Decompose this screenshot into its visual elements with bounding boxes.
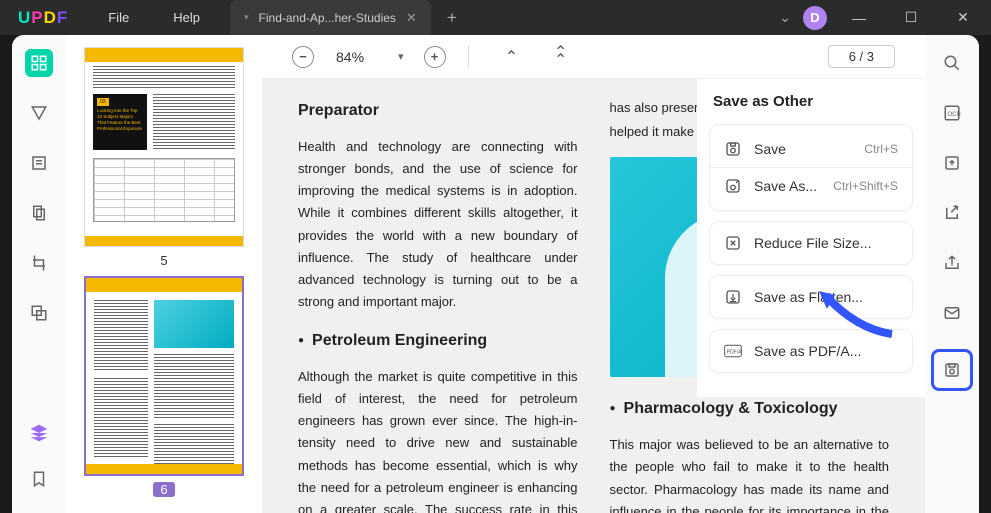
compare-tool-icon[interactable] xyxy=(25,299,53,327)
page-up-icon[interactable]: ⌃ xyxy=(491,47,532,67)
thumbnails-tool-icon[interactable] xyxy=(25,49,53,77)
chevron-down-icon[interactable]: ⌄ xyxy=(779,9,791,26)
page-indicator[interactable]: 6 / 3 xyxy=(828,45,895,68)
flatten-icon xyxy=(724,288,742,306)
document-tab[interactable]: ▾ Find-and-Ap...her-Studies ✕ xyxy=(230,0,431,35)
export-icon[interactable] xyxy=(938,199,966,227)
svg-text:OCR: OCR xyxy=(948,112,962,118)
save-as-flatten-button[interactable]: Save as Flatten... xyxy=(709,275,913,319)
save-as-pdfa-button[interactable]: PDF/A Save as PDF/A... xyxy=(709,329,913,373)
edit-tool-icon[interactable] xyxy=(25,149,53,177)
right-toolbar: OCR xyxy=(925,35,979,513)
thumbnail-panel: 03 Looking Into the Top 10 Subject Major… xyxy=(66,35,262,513)
titlebar: UPDF File Help ▾ Find-and-Ap...her-Studi… xyxy=(0,0,991,35)
zoom-dropdown-icon[interactable]: ▾ xyxy=(386,50,416,63)
save-group: Save Ctrl+S Save As... Ctrl+Shift+S xyxy=(709,124,913,211)
paragraph: Health and technology are connecting wit… xyxy=(298,136,578,313)
zoom-out-button[interactable]: − xyxy=(292,46,314,68)
new-tab-button[interactable]: + xyxy=(431,8,473,28)
save-icon xyxy=(724,140,742,158)
close-tab-icon[interactable]: ✕ xyxy=(406,10,417,26)
zoom-in-button[interactable]: + xyxy=(424,46,446,68)
zoom-value[interactable]: 84% xyxy=(322,49,378,65)
thumbnail-page-6[interactable]: 6 xyxy=(84,276,244,497)
crop-tool-icon[interactable] xyxy=(25,249,53,277)
comment-tool-icon[interactable] xyxy=(25,99,53,127)
convert-icon[interactable] xyxy=(938,149,966,177)
save-as-other-panel: Save as Other Save Ctrl+S Save As... Ctr… xyxy=(697,79,925,397)
heading-preparator: Preparator xyxy=(298,97,578,124)
thumbnail-label: 6 xyxy=(153,482,175,497)
maximize-button[interactable]: ☐ xyxy=(891,0,931,35)
ocr-icon[interactable]: OCR xyxy=(938,99,966,127)
close-window-button[interactable]: ✕ xyxy=(943,0,983,35)
organize-tool-icon[interactable] xyxy=(25,199,53,227)
user-avatar[interactable]: D xyxy=(803,6,827,30)
panel-title: Save as Other xyxy=(709,93,913,110)
menu-help[interactable]: Help xyxy=(151,10,222,25)
heading-pharmacology: Pharmacology & Toxicology xyxy=(610,395,890,422)
reduce-file-size-button[interactable]: Reduce File Size... xyxy=(709,221,913,265)
app-logo: UPDF xyxy=(0,8,86,28)
save-as-button[interactable]: Save As... Ctrl+Shift+S xyxy=(710,168,912,204)
share-icon[interactable] xyxy=(938,249,966,277)
workspace: 03 Looking Into the Top 10 Subject Major… xyxy=(12,35,979,513)
thumbnail-label: 5 xyxy=(84,253,244,268)
tab-title: Find-and-Ap...her-Studies xyxy=(259,11,396,25)
menu-file[interactable]: File xyxy=(86,10,151,25)
save-as-icon xyxy=(724,177,742,195)
shortcut-label: Ctrl+Shift+S xyxy=(833,179,898,193)
paragraph: This major was believed to be an alterna… xyxy=(610,434,890,513)
reduce-icon xyxy=(724,234,742,252)
save-button[interactable]: Save Ctrl+S xyxy=(710,131,912,168)
svg-text:PDF/A: PDF/A xyxy=(727,350,742,356)
minimize-button[interactable]: — xyxy=(839,0,879,35)
page-down-icon[interactable]: ⌃⌃ xyxy=(540,47,581,67)
paragraph: Although the market is quite competitive… xyxy=(298,366,578,513)
save-other-icon[interactable] xyxy=(931,349,973,391)
email-icon[interactable] xyxy=(938,299,966,327)
bookmark-icon[interactable] xyxy=(25,465,53,493)
pdfa-icon: PDF/A xyxy=(724,342,742,360)
layers-icon[interactable] xyxy=(25,419,53,447)
left-toolbar xyxy=(12,35,66,513)
view-toolbar: − 84% ▾ + ⌃ ⌃⌃ 6 / 3 xyxy=(262,35,925,79)
thumbnail-page-5[interactable]: 03 Looking Into the Top 10 Subject Major… xyxy=(84,47,244,268)
search-icon[interactable] xyxy=(938,49,966,77)
shortcut-label: Ctrl+S xyxy=(864,142,898,156)
heading-petroleum: Petroleum Engineering xyxy=(298,327,578,354)
